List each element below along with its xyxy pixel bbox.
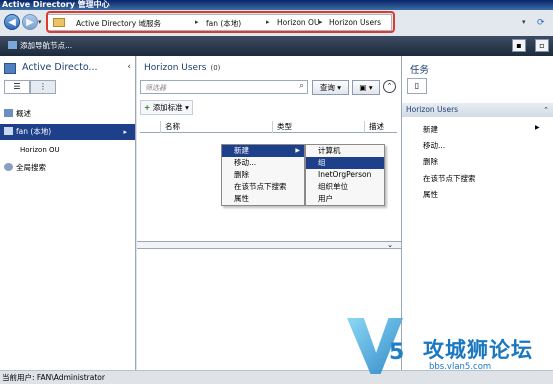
navigation-pane-header: Active Directo... ‹: [0, 56, 135, 80]
refresh-icon[interactable]: ⟳: [537, 18, 545, 28]
help-icon[interactable]: ▪: [512, 39, 526, 52]
sidebar-item-overview[interactable]: 概述: [0, 106, 135, 122]
back-arrow-icon[interactable]: ◀: [4, 14, 20, 30]
window-title: Active Directory 管理中心: [0, 0, 553, 10]
list-view-tab-icon[interactable]: ☰: [4, 80, 30, 94]
collapse-pane-icon[interactable]: ‹: [127, 62, 131, 72]
domain-icon: [4, 127, 13, 135]
tasks-section-title: Horizon Users: [406, 105, 459, 114]
object-count: (0): [210, 64, 221, 72]
task-move[interactable]: 移动...: [423, 140, 445, 151]
watermark-name: 攻城狮论坛: [423, 338, 533, 362]
search-icon[interactable]: ⌕: [299, 81, 304, 91]
global-search-icon: [4, 163, 13, 171]
task-new[interactable]: 新建 ▶: [423, 124, 540, 135]
page-title: Horizon Users (0): [144, 63, 220, 73]
save-query-button[interactable]: ▣ ▾: [352, 80, 380, 95]
tasks-tab-icon[interactable]: ▯: [407, 78, 427, 94]
chevron-down-icon[interactable]: ⌄: [387, 241, 393, 249]
sidebar-item-fan-local[interactable]: fan (本地) ▸: [0, 124, 135, 140]
navigation-pane-title: Active Directo...: [22, 62, 98, 73]
submenu-item-group[interactable]: 组: [306, 157, 384, 169]
expand-icon[interactable]: ▸: [123, 124, 127, 140]
column-header-name[interactable]: 名称: [160, 121, 272, 133]
collapse-section-icon[interactable]: ⌃: [543, 103, 549, 117]
tasks-title: 任务: [410, 65, 430, 76]
menu-item-label: 新建: [234, 146, 249, 155]
menu-item-move[interactable]: 移动...: [222, 157, 304, 169]
plus-icon: +: [144, 103, 151, 112]
context-menu: 新建 ▶ 移动... 删除 在该节点下搜索 属性: [221, 144, 305, 206]
sidebar-item-horizon-ou[interactable]: Horizon OU: [0, 142, 135, 158]
add-navigation-node-button[interactable]: 添加导航节点...: [8, 40, 72, 51]
breadcrumb-dropdown-icon[interactable]: ▾: [522, 18, 526, 26]
forward-arrow-icon[interactable]: ▶: [22, 14, 38, 30]
chevron-down-icon: ▾: [368, 83, 373, 92]
overview-icon: [4, 109, 13, 117]
menu-item-search-under-node[interactable]: 在该节点下搜索: [222, 181, 304, 193]
preview-splitter[interactable]: ⌄: [137, 241, 401, 249]
sidebar-item-global-search[interactable]: 全局搜索: [0, 160, 135, 176]
task-delete[interactable]: 删除: [423, 156, 438, 167]
query-button[interactable]: 查询 ▾: [312, 80, 349, 95]
container-title: Horizon Users: [144, 63, 207, 73]
menu-item-properties[interactable]: 属性: [222, 193, 304, 205]
breadcrumb-highlight-box: [46, 11, 395, 33]
column-header-description[interactable]: 描述: [364, 121, 397, 133]
watermark-url: bbs.vlan5.com: [429, 362, 492, 372]
submenu-item-organizational-unit[interactable]: 组织单位: [306, 181, 384, 193]
filter-placeholder: 筛选器: [145, 84, 166, 92]
add-navigation-node-label: 添加导航节点...: [20, 41, 73, 50]
submenu-arrow-icon: ▶: [295, 147, 300, 154]
submenu-item-inetorgperson[interactable]: InetOrgPerson: [306, 169, 384, 181]
collapse-up-icon[interactable]: ⌃: [383, 80, 396, 93]
navigation-node-icon: [8, 41, 17, 49]
navigation-bar: ◀ ▶ ▾ Active Directory 域服务 ▸ fan (本地) ▸ …: [0, 10, 553, 36]
sidebar-item-label: fan (本地): [16, 127, 52, 136]
add-standard-button[interactable]: + 添加标准 ▾: [140, 100, 193, 115]
filter-input[interactable]: 筛选器 ⌕: [140, 80, 308, 94]
active-directory-icon: [4, 63, 16, 74]
watermark-logo-digit: 5: [389, 340, 405, 365]
toolbar: 添加导航节点... ▪ ▫: [0, 36, 553, 56]
column-header-type[interactable]: 类型: [272, 121, 364, 133]
submenu-item-user[interactable]: 用户: [306, 193, 384, 205]
navigation-pane: Active Directo... ‹ ☰ ⋮ 概述 fan (本地) ▸ Ho…: [0, 56, 136, 370]
new-submenu: 计算机 组 InetOrgPerson 组织单位 用户: [305, 144, 385, 206]
watermark: 5 攻城狮论坛 bbs.vlan5.com: [345, 318, 553, 382]
submenu-arrow-icon: ▶: [535, 124, 540, 131]
query-button-label: 查询: [319, 83, 335, 92]
task-properties[interactable]: 属性: [423, 189, 438, 200]
menu-item-delete[interactable]: 删除: [222, 169, 304, 181]
grid-header: 名称 类型 描述: [140, 121, 397, 133]
column-select[interactable]: [140, 121, 160, 133]
sidebar-item-label: Horizon OU: [20, 146, 60, 154]
add-standard-label: 添加标准: [152, 103, 183, 112]
task-search-under-node[interactable]: 在该节点下搜索: [423, 173, 476, 184]
sidebar-item-label: 全局搜索: [16, 163, 46, 172]
view-tabs: ☰ ⋮: [4, 80, 135, 96]
tree-view-tab-icon[interactable]: ⋮: [30, 80, 56, 94]
menu-item-new[interactable]: 新建 ▶: [222, 145, 304, 157]
save-icon: ▣: [359, 83, 367, 92]
manage-icon[interactable]: ▫: [535, 39, 549, 52]
history-dropdown-icon[interactable]: ▾: [38, 18, 42, 26]
submenu-item-computer[interactable]: 计算机: [306, 145, 384, 157]
task-label: 新建: [423, 125, 438, 134]
tasks-section-header[interactable]: Horizon Users ⌃: [402, 103, 553, 117]
sidebar-item-label: 概述: [16, 109, 31, 118]
